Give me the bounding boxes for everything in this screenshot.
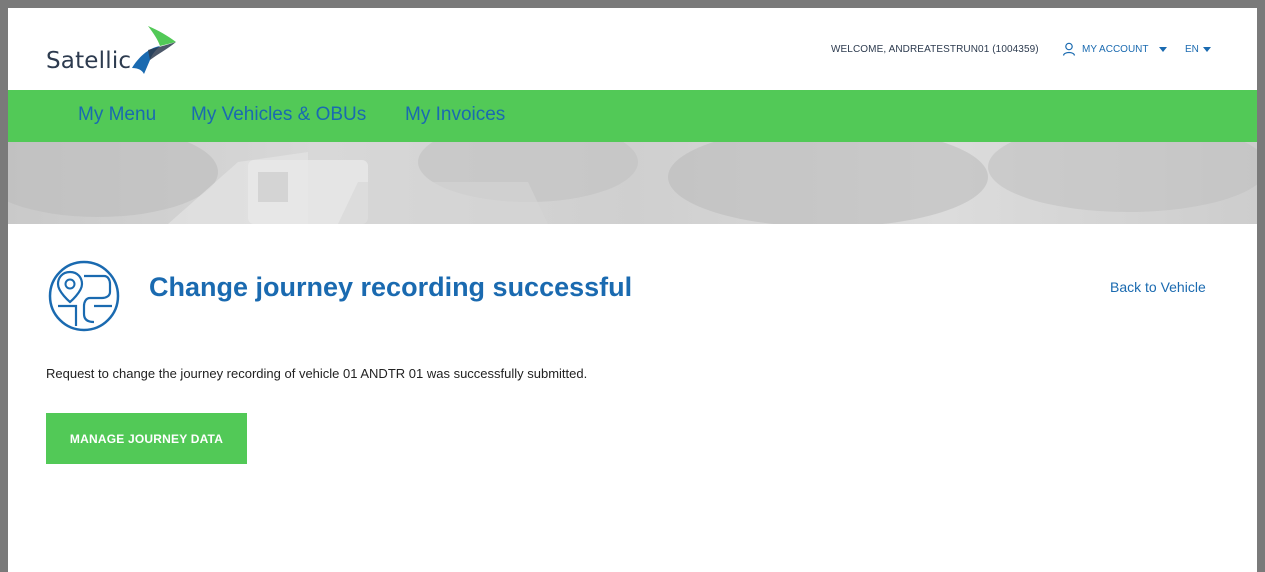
my-account-menu[interactable]: MY ACCOUNT: [1062, 39, 1167, 59]
browser-frame: Satellic WELCOME, ANDREATESTRUN01 (10043…: [0, 0, 1265, 572]
chevron-down-icon: [1158, 46, 1167, 52]
manage-journey-data-button[interactable]: MANAGE JOURNEY DATA: [46, 413, 247, 464]
page-title: Change journey recording successful: [149, 272, 633, 302]
welcome-text: WELCOME, ANDREATESTRUN01 (1004359): [831, 44, 1039, 55]
nav-item-my-invoices[interactable]: My Invoices: [405, 104, 505, 126]
main-nav: My Menu My Vehicles & OBUs My Invoices: [8, 90, 1257, 142]
user-icon: [1062, 42, 1076, 56]
truck-trees-banner: [8, 142, 1257, 224]
map-pin-icon: [48, 260, 120, 332]
language-selector[interactable]: EN: [1185, 39, 1211, 59]
chevron-down-icon: [1202, 46, 1211, 52]
my-account-label: MY ACCOUNT: [1082, 43, 1149, 55]
back-to-vehicle-link[interactable]: Back to Vehicle: [1110, 279, 1206, 295]
nav-item-my-menu[interactable]: My Menu: [78, 104, 156, 126]
top-header: Satellic WELCOME, ANDREATESTRUN01 (10043…: [8, 8, 1257, 90]
nav-item-my-vehicles-obus[interactable]: My Vehicles & OBUs: [191, 104, 366, 126]
success-message: Request to change the journey recording …: [46, 366, 588, 381]
satellic-swoosh-icon: [132, 26, 176, 74]
language-label: EN: [1185, 43, 1199, 55]
satellic-logo[interactable]: Satellic: [46, 24, 196, 76]
hero-banner-image: [8, 142, 1257, 224]
